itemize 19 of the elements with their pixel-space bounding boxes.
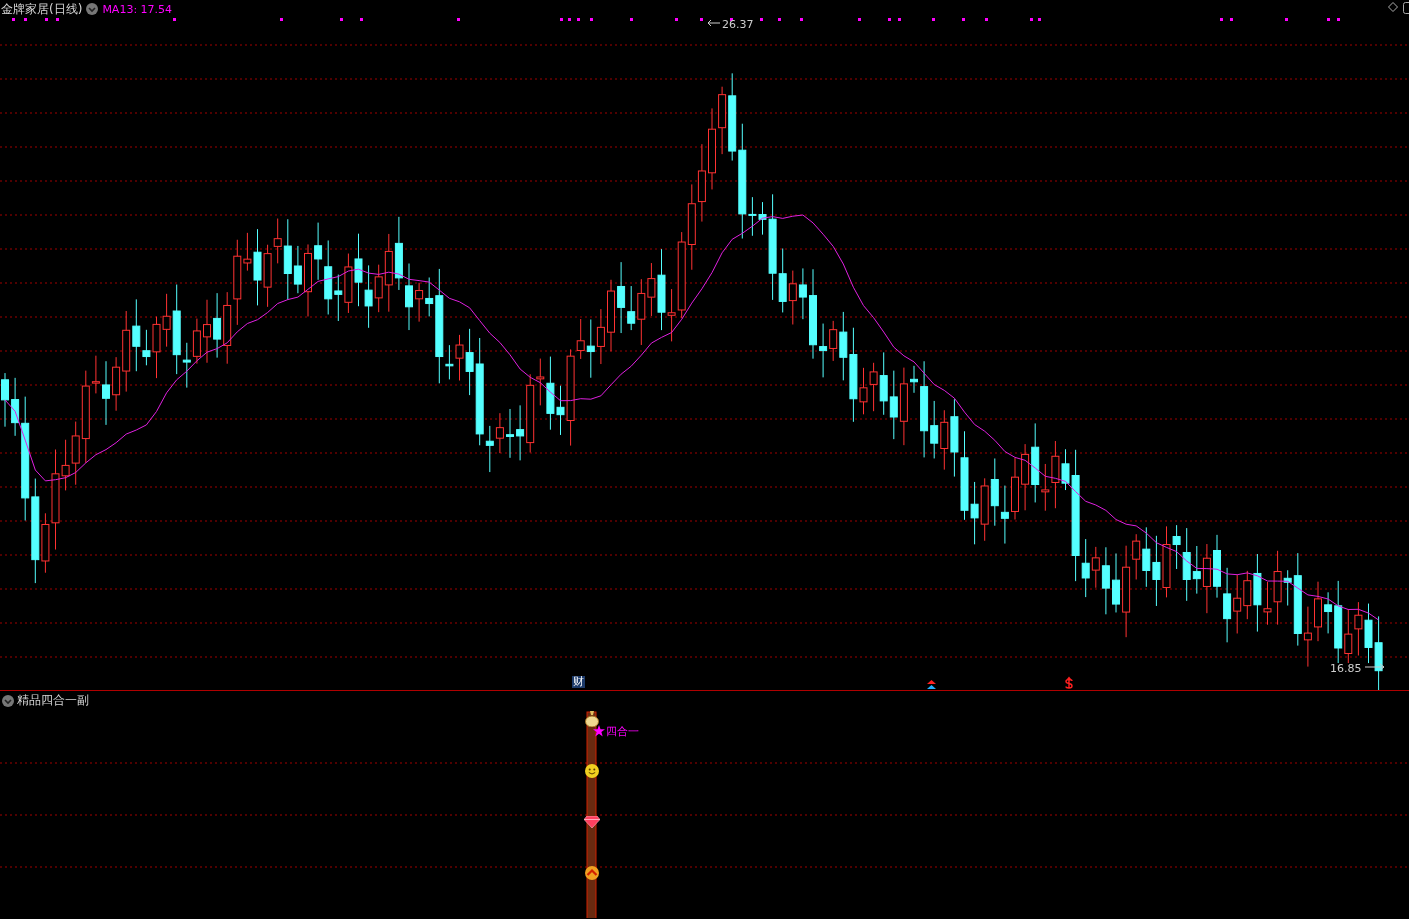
gem-icon xyxy=(584,816,600,828)
stock-title: 金牌家居(日线) xyxy=(1,0,83,18)
dollar-icon xyxy=(1064,676,1074,689)
chevron-down-icon[interactable] xyxy=(86,3,99,15)
ma-indicator-value: MA13: 17.54 xyxy=(102,2,173,16)
low-price-label: 16.85 xyxy=(1330,663,1362,675)
money-bag-icon xyxy=(585,711,599,727)
indicator-title: 精品四合一副 xyxy=(17,692,89,709)
finance-event-marker[interactable]: 财 xyxy=(572,676,585,688)
chevron-down-icon[interactable] xyxy=(2,694,14,707)
high-price-label: 26.37 xyxy=(722,19,754,31)
star-icon xyxy=(593,725,605,737)
arrow-right-icon xyxy=(1365,663,1385,671)
smiley-icon xyxy=(585,764,599,778)
arrow-left-icon xyxy=(707,19,721,27)
double-up-arrow-icon xyxy=(926,680,937,689)
signal-label: 四合一 xyxy=(606,726,639,738)
chevron-up-icon xyxy=(585,866,599,880)
diamond-icon[interactable] xyxy=(1388,2,1398,12)
